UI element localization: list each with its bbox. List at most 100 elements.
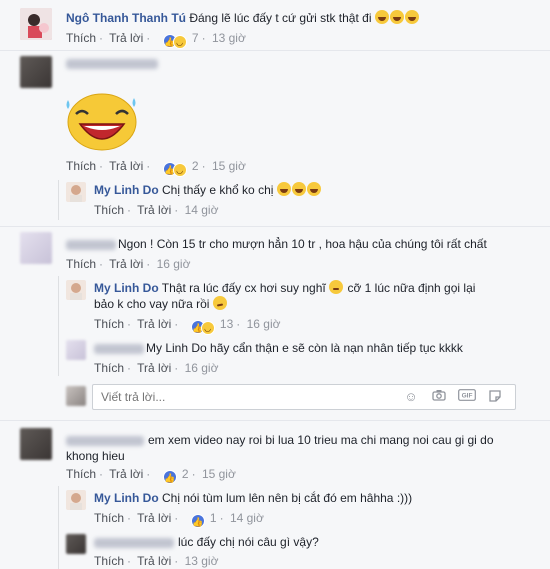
reactions[interactable]: 👍◡: [162, 161, 187, 177]
avatar[interactable]: [20, 232, 52, 264]
gif-icon[interactable]: GIF: [457, 389, 477, 405]
reply-button[interactable]: Trả lời: [109, 257, 143, 271]
like-button[interactable]: Thích: [94, 203, 124, 217]
avatar[interactable]: [66, 340, 86, 360]
timestamp[interactable]: 14 giờ: [230, 511, 264, 525]
comment-text: bảo k cho vay nữa rồi: [94, 297, 210, 311]
laughing-emoji-icon: [291, 182, 306, 196]
camera-icon[interactable]: [431, 389, 447, 405]
blurred-name: [66, 240, 116, 250]
comment-actions: Thích · Trả lời · 14 giờ: [94, 203, 219, 217]
reply-button[interactable]: Trả lời: [137, 511, 171, 525]
avatar[interactable]: [66, 534, 86, 554]
avatar-photo: [20, 8, 52, 40]
laughing-emoji-icon: [306, 182, 321, 196]
like-button[interactable]: Thích: [94, 554, 124, 568]
blurred-name: [66, 59, 158, 69]
commenter-name[interactable]: My Linh Do: [94, 491, 159, 505]
reactions[interactable]: 👍: [162, 469, 177, 484]
timestamp[interactable]: 13 giờ: [185, 554, 219, 568]
divider: [0, 226, 550, 227]
reply-button[interactable]: Trả lời: [137, 554, 171, 568]
laughing-emoji-icon: [276, 182, 291, 196]
reactions[interactable]: 👍◡: [162, 33, 187, 49]
timestamp[interactable]: 15 giờ: [202, 467, 236, 481]
avatar[interactable]: [66, 280, 86, 300]
commenter-name[interactable]: My Linh Do: [94, 183, 159, 197]
blurred-name: [94, 538, 174, 548]
like-button[interactable]: Thích: [66, 467, 96, 481]
comment-text: Chị thấy e khổ ko chị: [162, 183, 274, 197]
like-icon: 👍: [190, 514, 205, 528]
comment-line: lúc đấy chị nói câu gì vậy?: [178, 534, 319, 550]
timestamp[interactable]: 15 giờ: [212, 159, 246, 173]
timestamp[interactable]: 13 giờ: [212, 31, 246, 45]
reply-button[interactable]: Trả lời: [137, 203, 171, 217]
timestamp[interactable]: 16 giờ: [247, 317, 281, 331]
like-button[interactable]: Thích: [94, 511, 124, 525]
timestamp[interactable]: 16 giờ: [157, 257, 191, 271]
my-avatar: [66, 386, 86, 406]
reaction-count: 2: [181, 467, 189, 481]
reply-button[interactable]: Trả lời: [109, 467, 143, 481]
reaction-count: 1: [209, 511, 217, 525]
comment-text: Ngon ! Còn 15 tr cho mượn hẳn 10 tr , ho…: [118, 237, 487, 251]
comment-actions: Thích · Trả lời · 16 giờ: [66, 257, 191, 271]
thread-line: [58, 276, 59, 376]
like-icon: 👍: [162, 470, 177, 484]
comment-actions: Thích · Trả lời · 13 giờ: [94, 554, 219, 568]
laughing-emoji-icon: [389, 10, 404, 24]
haha-icon: ◡: [200, 321, 215, 335]
reaction-count: 13: [219, 317, 234, 331]
comment-line: bảo k cho vay nữa rồi: [94, 296, 228, 312]
like-button[interactable]: Thích: [66, 159, 96, 173]
thinking-emoji-icon: [329, 280, 344, 294]
timestamp[interactable]: 16 giờ: [185, 361, 219, 375]
sticker-icon[interactable]: [487, 389, 503, 405]
comment-line: Ngô Thanh Thanh Tú Đáng lẽ lúc đấy t cứ …: [66, 10, 420, 26]
commenter-name[interactable]: My Linh Do: [94, 281, 159, 295]
comment-text: Đáng lẽ lúc đấy t cứ gửi stk thật đi: [189, 11, 372, 25]
avatar[interactable]: [66, 182, 86, 202]
reply-button[interactable]: Trả lời: [137, 361, 171, 375]
comment-text: My Linh Do hãy cẩn thận e sẽ còn là nạn …: [146, 341, 463, 355]
reply-button[interactable]: Trả lời: [109, 31, 143, 45]
comment-text: Thật ra lúc đấy cx hơi suy nghĩ: [161, 281, 326, 295]
like-button[interactable]: Thích: [66, 257, 96, 271]
like-button[interactable]: Thích: [66, 31, 96, 45]
haha-icon: ◡: [172, 163, 187, 177]
comment-line: My Linh Do Chị nói tùm lum lên nên bị cắ…: [94, 490, 412, 506]
thread-line: [58, 486, 59, 569]
divider: [0, 420, 550, 421]
reply-button[interactable]: Trả lời: [109, 159, 143, 173]
reactions[interactable]: 👍: [190, 513, 205, 528]
reactions[interactable]: 👍◡: [190, 319, 215, 335]
comment-text: cỡ 1 lúc nữa định gọi lại: [347, 281, 476, 295]
timestamp[interactable]: 14 giờ: [185, 203, 219, 217]
comment-actions: Thích · Trả lời · 16 giờ: [94, 361, 219, 375]
avatar-photo: [66, 182, 86, 202]
laughing-sticker-icon: [66, 93, 137, 151]
comment-line: khong hieu: [66, 448, 125, 464]
comment-line: Ngon ! Còn 15 tr cho mượn hẳn 10 tr , ho…: [118, 236, 487, 252]
reply-input[interactable]: [101, 389, 391, 405]
reply-button[interactable]: Trả lời: [137, 317, 171, 331]
avatar[interactable]: [20, 428, 52, 460]
avatar[interactable]: [66, 490, 86, 510]
avatar[interactable]: [20, 56, 52, 88]
like-button[interactable]: Thích: [94, 361, 124, 375]
comment-line: My Linh Do hãy cẩn thận e sẽ còn là nạn …: [146, 340, 463, 356]
smirk-emoji-icon: [212, 296, 227, 310]
svg-text:GIF: GIF: [462, 393, 473, 400]
haha-icon: ◡: [172, 35, 187, 49]
reply-box[interactable]: ☺ GIF: [92, 384, 516, 410]
comment-line: em xem video nay roi bi lua 10 trieu ma …: [148, 432, 494, 448]
smile-emoji-icon[interactable]: ☺: [403, 389, 419, 405]
commenter-name[interactable]: Ngô Thanh Thanh Tú: [66, 11, 186, 25]
like-button[interactable]: Thích: [94, 317, 124, 331]
avatar-photo: [66, 280, 86, 300]
avatar[interactable]: [20, 8, 52, 40]
blurred-name: [66, 436, 144, 446]
thread-line: [58, 180, 59, 220]
comment-actions: Thích · Trả lời · 👍 2 · 15 giờ: [66, 467, 236, 484]
